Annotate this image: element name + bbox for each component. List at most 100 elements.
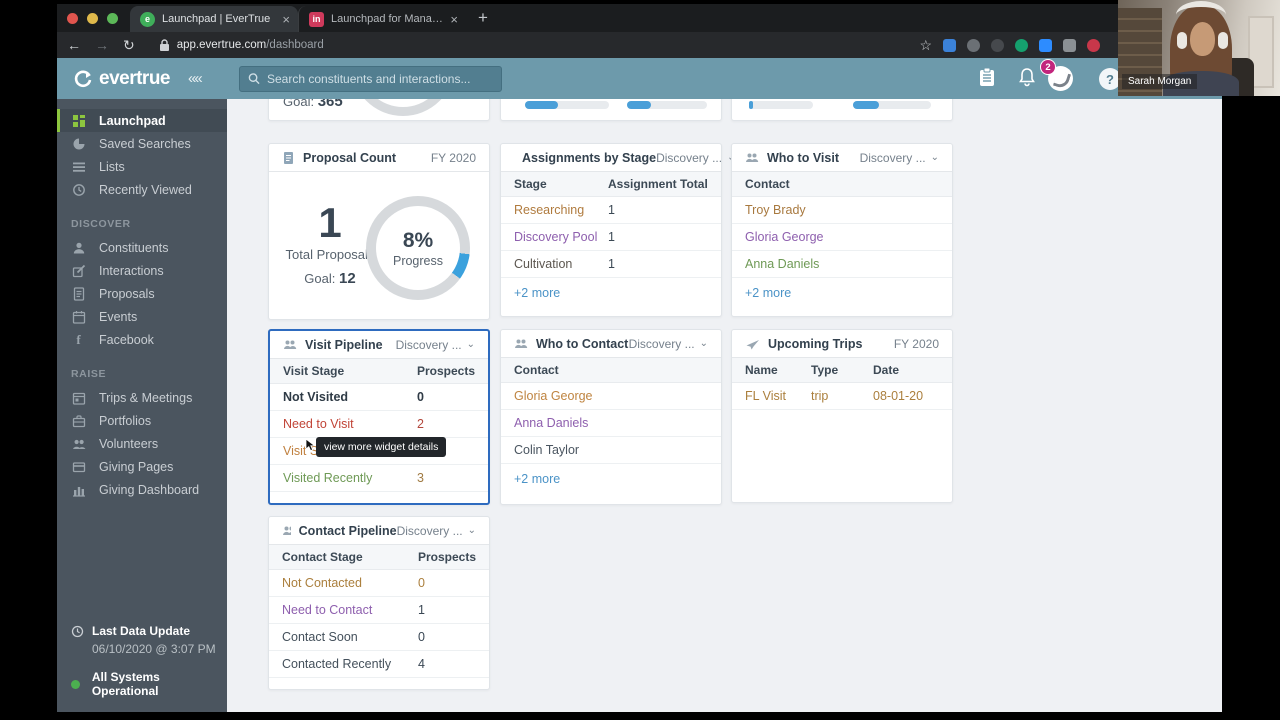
extension-icon[interactable] bbox=[1015, 38, 1028, 52]
sidebar-footer: Last Data Update 06/10/2020 @ 3:07 PM Al… bbox=[71, 624, 227, 698]
tab-launchpad-managers[interactable]: in Launchpad for Managers Prev × bbox=[298, 6, 466, 32]
tasks-clipboard-icon[interactable] bbox=[978, 67, 996, 92]
headphone-cup bbox=[1177, 32, 1187, 49]
extension-icon[interactable] bbox=[943, 38, 956, 52]
people-icon bbox=[515, 339, 528, 348]
progress-fill bbox=[525, 101, 558, 109]
sidebar-item-volunteers[interactable]: Volunteers bbox=[57, 432, 227, 455]
reload-icon[interactable]: ↻ bbox=[123, 37, 135, 54]
tab-launchpad-evertrue[interactable]: e Launchpad | EverTrue × bbox=[130, 6, 298, 32]
stage-link[interactable]: Researching bbox=[514, 203, 608, 217]
sidebar-item-giving-pages[interactable]: Giving Pages bbox=[57, 455, 227, 478]
stage-label: Not Visited bbox=[283, 390, 349, 404]
collapse-sidebar-icon[interactable]: «« bbox=[188, 70, 203, 87]
column-header: Contact Stage bbox=[282, 550, 363, 564]
sidebar-item-constituents[interactable]: Constituents bbox=[57, 236, 227, 259]
evertrue-app: evertrue «« 2 bbox=[57, 58, 1222, 712]
notifications-bell-icon[interactable] bbox=[1018, 67, 1036, 92]
trip-type: trip bbox=[811, 389, 829, 403]
stage-link[interactable]: Not Contacted bbox=[282, 576, 418, 590]
user-avatar[interactable]: 2 bbox=[1040, 59, 1073, 91]
widget-assignments-by-stage: Assignments by Stage Discovery ...⌄ Stag… bbox=[500, 143, 735, 317]
widget-filter-dropdown[interactable]: Discovery ...⌄ bbox=[656, 151, 735, 165]
widget-filter-dropdown[interactable]: Discovery ...⌄ bbox=[396, 338, 475, 352]
sidebar-item-portfolios[interactable]: Portfolios bbox=[57, 409, 227, 432]
widget-filter-dropdown[interactable]: Discovery ...⌄ bbox=[860, 151, 939, 165]
contact-link[interactable]: Gloria George bbox=[745, 230, 939, 244]
logo-block[interactable]: evertrue «« bbox=[57, 68, 227, 90]
sidebar-item-interactions[interactable]: Interactions bbox=[57, 259, 227, 282]
trip-link[interactable]: FL Visit bbox=[745, 389, 811, 403]
sidebar-label: Volunteers bbox=[99, 436, 159, 451]
stage-link[interactable]: Cultivation bbox=[514, 257, 608, 271]
progress-fill bbox=[749, 101, 753, 109]
sidebar-item-recently-viewed[interactable]: Recently Viewed bbox=[57, 178, 227, 201]
person-icon bbox=[71, 241, 86, 255]
extension-icon[interactable] bbox=[1087, 38, 1100, 52]
extension-icon[interactable] bbox=[1063, 38, 1076, 52]
card-icon bbox=[71, 460, 86, 474]
sidebar-item-saved-searches[interactable]: Saved Searches bbox=[57, 132, 227, 155]
widget-visit-pipeline[interactable]: Visit Pipeline Discovery ... ⌄ Visit Stag… bbox=[268, 329, 490, 505]
extension-icon[interactable] bbox=[1039, 38, 1052, 52]
extension-icon[interactable] bbox=[967, 38, 980, 52]
address-bar[interactable]: app.evertrue.com/dashboard bbox=[159, 35, 910, 55]
calendar-icon bbox=[71, 391, 86, 405]
back-icon[interactable]: ← bbox=[67, 37, 81, 53]
more-link[interactable]: +2 more bbox=[501, 278, 721, 308]
search-input[interactable] bbox=[267, 71, 493, 86]
new-tab-button[interactable]: + bbox=[478, 8, 488, 28]
browser-window: e Launchpad | EverTrue × in Launchpad fo… bbox=[57, 4, 1222, 712]
table-row: Contact Soon 0 bbox=[269, 624, 489, 651]
stage-link[interactable]: Contact Soon bbox=[282, 630, 418, 644]
stage-link[interactable]: Visited Recently bbox=[283, 471, 417, 485]
system-status-label[interactable]: All Systems Operational bbox=[92, 670, 227, 698]
contact-link[interactable]: Colin Taylor bbox=[514, 443, 708, 457]
more-link[interactable]: +2 more bbox=[501, 464, 721, 494]
more-link[interactable]: +2 more bbox=[732, 278, 952, 308]
row-value: 4 bbox=[418, 657, 425, 671]
sidebar-item-proposals[interactable]: Proposals bbox=[57, 282, 227, 305]
column-header: Assignment Total bbox=[608, 177, 708, 191]
widget-partial-3 bbox=[731, 99, 953, 121]
stage-link[interactable]: Need to Visit bbox=[283, 417, 417, 431]
lock-icon bbox=[159, 38, 169, 51]
sidebar-item-trips-meetings[interactable]: Trips & Meetings bbox=[57, 386, 227, 409]
zoom-window-button[interactable] bbox=[107, 12, 118, 24]
column-header: Stage bbox=[514, 177, 547, 191]
row-value: 1 bbox=[608, 203, 615, 217]
sidebar-item-facebook[interactable]: f Facebook bbox=[57, 328, 227, 351]
minimize-window-button[interactable] bbox=[87, 12, 98, 24]
contact-link[interactable]: Troy Brady bbox=[745, 203, 939, 217]
sidebar-item-giving-dashboard[interactable]: Giving Dashboard bbox=[57, 478, 227, 501]
close-window-button[interactable] bbox=[67, 12, 78, 24]
stage-link[interactable]: Need to Contact bbox=[282, 603, 418, 617]
sidebar-label: Lists bbox=[99, 159, 125, 174]
goal-text: Goal: 365 bbox=[283, 99, 343, 110]
widget-period: FY 2020 bbox=[430, 150, 476, 165]
close-tab-icon[interactable]: × bbox=[282, 12, 290, 27]
stage-link[interactable]: Discovery Pool bbox=[514, 230, 608, 244]
bookmark-star-icon[interactable]: ☆ bbox=[919, 37, 932, 54]
forward-icon[interactable]: → bbox=[95, 37, 109, 53]
global-search[interactable] bbox=[239, 65, 502, 92]
widget-filter-dropdown[interactable]: Discovery ...⌄ bbox=[397, 524, 476, 538]
widget-filter-dropdown[interactable]: Discovery ...⌄ bbox=[629, 337, 708, 351]
cursor-pointer-icon bbox=[304, 438, 316, 457]
url-host: app.evertrue.com bbox=[176, 39, 267, 51]
contact-link[interactable]: Anna Daniels bbox=[745, 257, 939, 271]
stage-link[interactable]: Contacted Recently bbox=[282, 657, 418, 671]
sidebar-item-events[interactable]: Events bbox=[57, 305, 227, 328]
contact-link[interactable]: Gloria George bbox=[514, 389, 708, 403]
url-path: /dashboard bbox=[266, 39, 324, 51]
facebook-icon: f bbox=[76, 331, 81, 347]
table-row: Discovery Pool 1 bbox=[501, 224, 721, 251]
close-tab-icon[interactable]: × bbox=[450, 12, 458, 27]
sidebar-item-lists[interactable]: Lists bbox=[57, 155, 227, 178]
row-value: 0 bbox=[418, 576, 425, 590]
column-header: Prospects bbox=[418, 550, 477, 564]
extension-icon[interactable] bbox=[991, 38, 1004, 52]
widget-proposal-count: Proposal Count FY 2020 1 Total Proposals… bbox=[268, 143, 490, 320]
sidebar-item-launchpad[interactable]: Launchpad bbox=[57, 109, 227, 132]
contact-link[interactable]: Anna Daniels bbox=[514, 416, 708, 430]
